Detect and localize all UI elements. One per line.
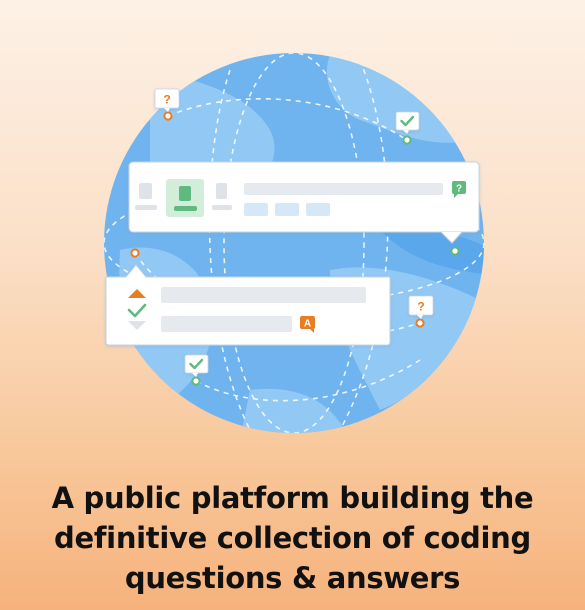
location-pin-icon	[450, 246, 460, 256]
globe	[104, 53, 484, 433]
headline-line-3: questions & answers	[124, 561, 461, 595]
tag-placeholder	[275, 203, 299, 216]
location-pin-icon	[415, 318, 425, 328]
svg-text:A: A	[304, 319, 311, 330]
headline-line-1: A public platform building the	[51, 481, 534, 515]
question-title-placeholder	[244, 183, 443, 195]
svg-text:?: ?	[456, 184, 462, 195]
question-card: ?	[128, 161, 480, 244]
location-pin-icon	[163, 111, 173, 121]
tag-placeholder	[306, 203, 330, 216]
location-pin-icon	[130, 248, 140, 258]
view-count-placeholder	[216, 183, 227, 199]
question-mark: ?	[417, 300, 424, 314]
question-mark: ?	[163, 93, 170, 107]
answer-text-placeholder	[161, 287, 366, 303]
headline: A public platform building the definitiv…	[20, 478, 565, 598]
globe-illustration: ? ? ? A	[104, 53, 484, 433]
tag-placeholder	[244, 203, 268, 216]
headline-line-2: definitive collection of coding	[54, 521, 531, 555]
answer-text-placeholder	[161, 316, 292, 332]
location-pin-icon	[402, 135, 412, 145]
answer-card: A	[105, 264, 391, 346]
answer-label-placeholder	[174, 206, 197, 211]
location-pin-icon	[191, 376, 201, 386]
vote-count-placeholder	[139, 183, 152, 199]
view-label-placeholder	[212, 205, 232, 210]
vote-label-placeholder	[135, 205, 157, 210]
answer-count-placeholder	[179, 186, 191, 201]
